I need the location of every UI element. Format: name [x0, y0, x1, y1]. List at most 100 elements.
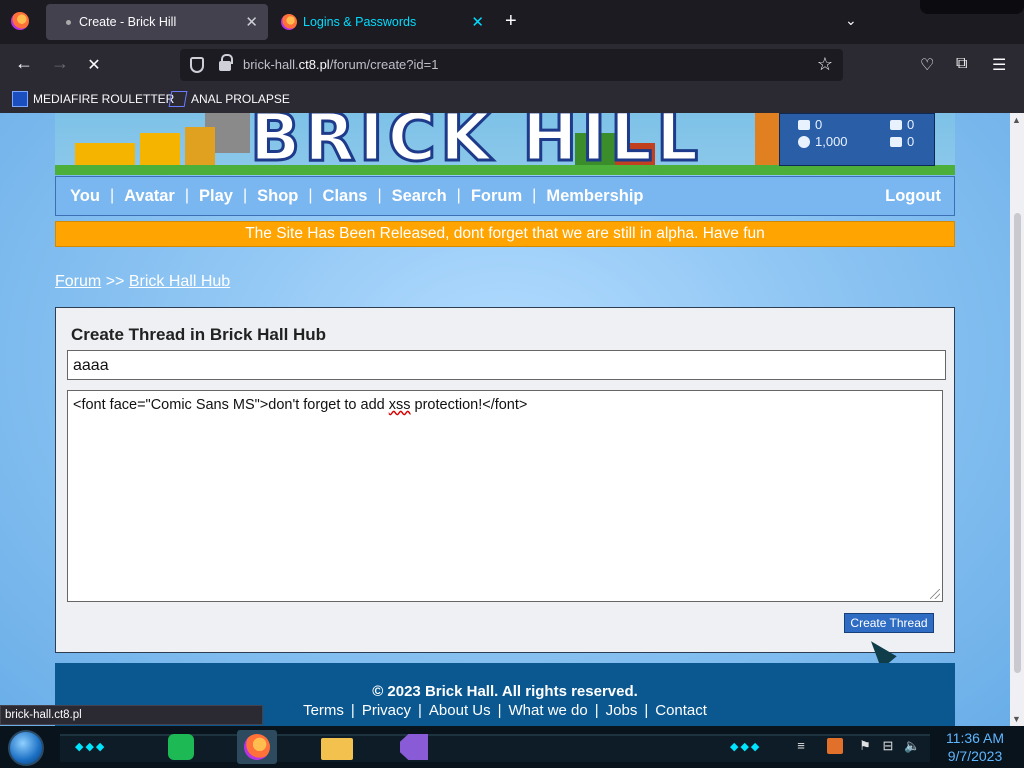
- new-tab-button[interactable]: +: [505, 10, 517, 33]
- brick-hill-logo[interactable]: BRICK HILL: [248, 113, 702, 175]
- clock-date: 9/7/2023: [947, 748, 1003, 764]
- create-thread-panel: Create Thread in Brick Hall Hub aaaa <fo…: [55, 307, 955, 653]
- nav-play[interactable]: Play: [199, 187, 233, 206]
- banner-block: [185, 127, 215, 167]
- menu-hamburger-icon[interactable]: ☰: [992, 55, 1006, 75]
- site-navigation: You | Avatar | Play | Shop | Clans | Search | …: [55, 176, 955, 216]
- network-icon[interactable]: ⊟: [880, 738, 896, 754]
- visual-studio-icon: [400, 734, 428, 760]
- nav-separator: |: [456, 187, 461, 204]
- mail-icon: [890, 119, 902, 130]
- taskbar: ◆◆◆ ◆◆◆ ≡ ⚑ ⊟ 🔈 11:36 AM 9/7/2023: [0, 726, 1024, 768]
- scrollbar-thumb[interactable]: [1014, 213, 1021, 673]
- bookmark-mediafire[interactable]: MEDIAFIRE ROULETTER: [12, 91, 174, 107]
- thread-body-textarea[interactable]: <font face="Comic Sans MS">don't forget …: [67, 390, 943, 602]
- footer-link-contact[interactable]: Contact: [655, 702, 707, 719]
- tab-list-chevron-icon[interactable]: ⌄: [845, 12, 857, 29]
- bits-stat[interactable]: 1,000: [798, 134, 848, 149]
- tracking-shield-icon[interactable]: [190, 57, 204, 73]
- tab-label: Create - Brick Hill: [79, 15, 177, 29]
- nav-separator: |: [184, 187, 190, 204]
- misspelled-word[interactable]: xss: [389, 397, 411, 413]
- bookmarks-toolbar: MEDIAFIRE ROULETTER ANAL PROLAPSE: [0, 86, 1024, 113]
- bookmark-second[interactable]: ANAL PROLAPSE: [168, 91, 290, 107]
- nav-you[interactable]: You: [70, 187, 100, 206]
- flag-icon[interactable]: ⚑: [857, 738, 873, 754]
- nav-membership[interactable]: Membership: [546, 187, 643, 206]
- taskbar-app-firefox[interactable]: [237, 730, 277, 764]
- firefox-menu-icon[interactable]: [11, 12, 29, 30]
- bucks-stat[interactable]: 0: [798, 117, 822, 132]
- banner-block: [140, 133, 180, 167]
- footer-link-privacy[interactable]: Privacy: [362, 702, 411, 719]
- tray-overflow-icon[interactable]: ≡: [793, 738, 809, 754]
- pocket-icon[interactable]: ♡: [920, 55, 934, 75]
- bits-coin-icon: [798, 135, 810, 148]
- nav-separator: |: [242, 187, 248, 204]
- taskbar-lights: ◆◆◆: [75, 741, 107, 753]
- tray-app-icon[interactable]: [827, 738, 843, 754]
- tab-loading-dot-icon: [66, 19, 71, 25]
- banner-block: [75, 143, 135, 167]
- bookmark-icon: [168, 91, 188, 107]
- url-text[interactable]: brick-hall.ct8.pl/forum/create?id=1: [243, 57, 438, 72]
- nav-avatar[interactable]: Avatar: [124, 187, 175, 206]
- taskbar-app-visual-studio[interactable]: [394, 730, 434, 764]
- nav-search[interactable]: Search: [392, 187, 447, 206]
- start-orb-icon[interactable]: [8, 730, 44, 766]
- nav-separator: |: [377, 187, 382, 204]
- friends-stat[interactable]: 0: [890, 134, 914, 149]
- footer-separator: |: [644, 702, 649, 719]
- scroll-up-icon[interactable]: ▲: [1012, 115, 1021, 125]
- currency-panel: 0 1,000 0 0: [779, 113, 935, 166]
- breadcrumb-forum-link[interactable]: Forum: [55, 273, 101, 290]
- bookmark-star-icon[interactable]: ☆: [817, 54, 833, 75]
- nav-separator: |: [532, 187, 537, 204]
- banner-block: [755, 113, 779, 167]
- alert-banner: The Site Has Been Released, dont forget …: [55, 221, 955, 247]
- messages-stat[interactable]: 0: [890, 117, 914, 132]
- nav-clans[interactable]: Clans: [323, 187, 368, 206]
- tab-create-brick-hill[interactable]: Create - Brick Hill ✕: [46, 4, 268, 40]
- extensions-icon[interactable]: ⧉: [956, 55, 967, 73]
- page-scrollbar[interactable]: ▲ ▼: [1010, 113, 1024, 726]
- footer-link-terms[interactable]: Terms: [303, 702, 344, 719]
- thread-title-input[interactable]: aaaa: [67, 350, 946, 380]
- nav-shop[interactable]: Shop: [257, 187, 298, 206]
- breadcrumb-hub-link[interactable]: Brick Hall Hub: [129, 273, 230, 290]
- tab-label: Logins & Passwords: [303, 15, 417, 29]
- footer-separator: |: [497, 702, 502, 719]
- nav-separator: |: [308, 187, 313, 204]
- window-controls: [920, 0, 1024, 14]
- copyright-text: © 2023 Brick Hall. All rights reserved.: [372, 683, 638, 700]
- nav-separator: |: [109, 187, 115, 204]
- bookmark-label: ANAL PROLAPSE: [191, 92, 290, 106]
- resize-handle-icon[interactable]: [930, 589, 940, 599]
- footer-link-jobs[interactable]: Jobs: [606, 702, 638, 719]
- logout-link[interactable]: Logout: [885, 187, 941, 206]
- scroll-down-icon[interactable]: ▼: [1012, 714, 1021, 724]
- firefox-icon: [281, 14, 297, 30]
- breadcrumb: Forum >> Brick Hall Hub: [55, 273, 230, 291]
- tab-logins-passwords[interactable]: Logins & Passwords ✕: [272, 4, 494, 40]
- forward-arrow-icon[interactable]: →: [48, 53, 72, 74]
- stop-loading-icon[interactable]: ✕: [82, 55, 106, 75]
- create-thread-button[interactable]: Create Thread: [844, 613, 934, 633]
- clock-time: 11:36 AM: [945, 730, 1005, 746]
- close-icon[interactable]: ✕: [471, 13, 484, 31]
- lock-icon[interactable]: [219, 54, 233, 71]
- system-clock[interactable]: 11:36 AM 9/7/2023: [935, 729, 1015, 765]
- notes-app-icon: [168, 734, 194, 760]
- url-bar[interactable]: brick-hall.ct8.pl/forum/create?id=1 ☆: [180, 49, 843, 81]
- back-arrow-icon[interactable]: ←: [12, 53, 36, 74]
- firefox-icon: [244, 734, 270, 760]
- footer-link-what-we-do[interactable]: What we do: [509, 702, 588, 719]
- taskbar-app-green[interactable]: [160, 730, 200, 764]
- taskbar-app-explorer[interactable]: [317, 730, 357, 764]
- volume-icon[interactable]: 🔈: [904, 738, 920, 754]
- footer-link-about[interactable]: About Us: [429, 702, 491, 719]
- link-status-popup: brick-hall.ct8.pl: [0, 705, 263, 725]
- close-icon[interactable]: ✕: [245, 13, 258, 31]
- footer-separator: |: [418, 702, 422, 719]
- nav-forum[interactable]: Forum: [471, 187, 522, 206]
